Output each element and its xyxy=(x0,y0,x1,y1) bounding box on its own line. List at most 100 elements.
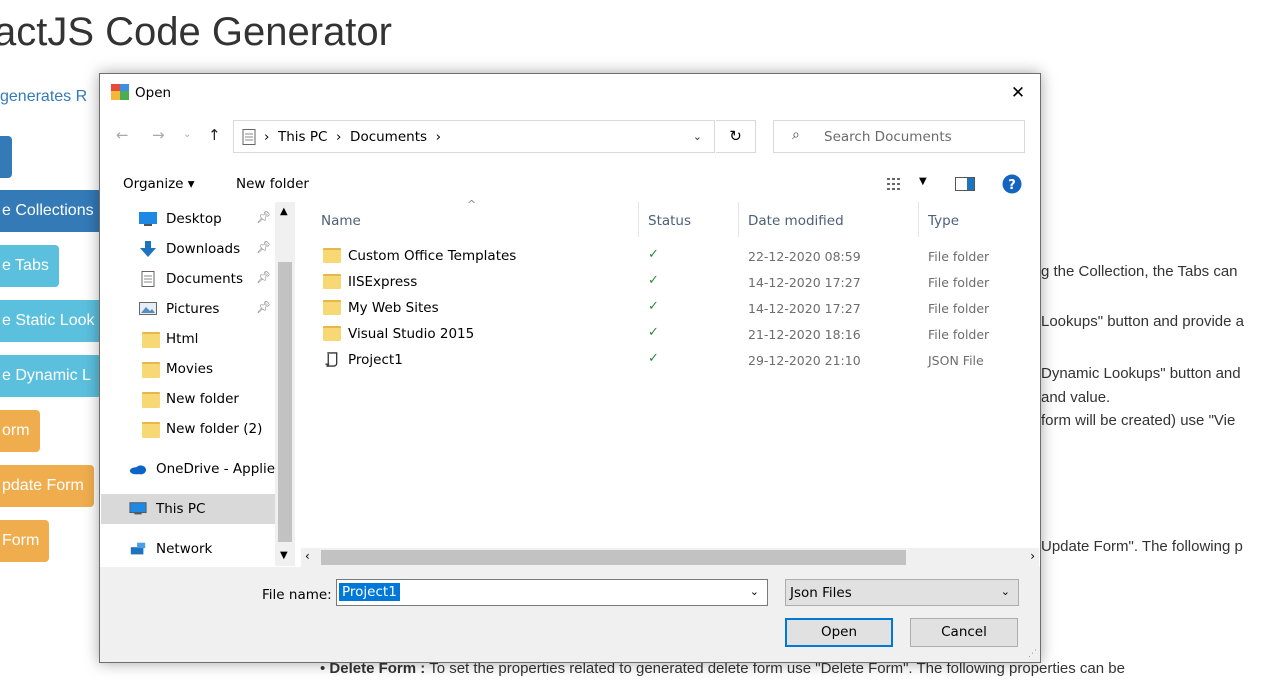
nav-item-onedrive[interactable]: OneDrive - Applie xyxy=(101,454,276,484)
collections-button[interactable]: e Collections xyxy=(0,190,104,232)
breadcrumb-documents[interactable]: Documents xyxy=(350,129,427,145)
nav-item-desktop[interactable]: Desktop 📌︎ xyxy=(101,204,276,234)
top-side-button[interactable] xyxy=(0,136,12,178)
onedrive-icon xyxy=(129,465,147,475)
update-form-button[interactable]: pdate Form xyxy=(0,465,94,507)
column-divider[interactable] xyxy=(738,202,739,237)
file-list-horizontal-scrollbar[interactable]: ‹ › xyxy=(301,548,1039,567)
close-icon[interactable]: ✕ xyxy=(996,74,1040,112)
scroll-down-icon[interactable]: ▼ xyxy=(280,550,288,561)
nav-item-label: OneDrive - Applie xyxy=(156,461,276,477)
scrollbar-thumb[interactable] xyxy=(278,262,292,542)
column-status[interactable]: Status xyxy=(648,213,691,229)
file-type: File folder xyxy=(928,301,990,316)
chevron-down-icon: ⌄ xyxy=(1000,585,1010,598)
network-icon xyxy=(130,542,146,555)
navigation-pane: Desktop 📌︎ Downloads 📌︎ Documents 📌︎ Pic… xyxy=(101,202,296,565)
pin-icon: 📌︎ xyxy=(256,300,272,314)
file-type: File folder xyxy=(928,327,990,342)
dialog-footer: File name: Project1 ⌄ Json Files ⌄ Open … xyxy=(100,567,1040,662)
nav-item-documents[interactable]: Documents 📌︎ xyxy=(101,264,276,294)
file-name: Custom Office Templates xyxy=(348,248,517,264)
resize-grip-icon[interactable]: ⋰ xyxy=(1028,649,1037,659)
view-options-chevron-icon[interactable]: ▼ xyxy=(919,176,927,187)
tabs-button[interactable]: e Tabs xyxy=(0,245,59,287)
documents-icon xyxy=(141,271,155,287)
folder-icon xyxy=(142,422,160,438)
page-text-line: Dynamic Lookups" button and xyxy=(1041,365,1241,382)
recent-locations-chevron-icon[interactable]: ⌄ xyxy=(183,129,191,140)
nav-item-label: Desktop xyxy=(166,211,222,227)
file-row[interactable]: Custom Office Templates ✓ 22-12-2020 08:… xyxy=(305,243,1040,269)
file-row[interactable]: Project1 ✓ 29-12-2020 21:10 JSON File xyxy=(305,347,1040,373)
new-folder-button[interactable]: New folder xyxy=(236,176,309,192)
view-options-icon[interactable] xyxy=(887,177,903,191)
scroll-up-icon[interactable]: ▲ xyxy=(280,206,288,217)
help-icon[interactable]: ? xyxy=(1002,174,1022,194)
dynamic-lookups-button[interactable]: e Dynamic L xyxy=(0,355,101,397)
breadcrumb-this-pc[interactable]: This PC xyxy=(278,129,327,145)
file-name-input[interactable]: Project1 ⌄ xyxy=(336,579,768,606)
file-name: Project1 xyxy=(348,352,403,368)
address-dropdown-chevron-icon[interactable]: ⌄ xyxy=(693,130,702,143)
desktop-icon xyxy=(139,212,157,226)
file-row[interactable]: My Web Sites ✓ 14-12-2020 17:27 File fol… xyxy=(305,295,1040,321)
organize-menu[interactable]: Organize ▾ xyxy=(123,176,195,192)
nav-item-label: Movies xyxy=(166,361,213,377)
chevron-down-icon[interactable]: ⌄ xyxy=(750,585,759,598)
column-headers: ^ Name Status Date modified Type xyxy=(305,198,1040,237)
nav-item-label: Downloads xyxy=(166,241,241,257)
page-title: actJS Code Generator xyxy=(0,10,392,54)
file-type: JSON File xyxy=(928,353,984,368)
scroll-right-icon[interactable]: › xyxy=(1030,549,1035,563)
form-button[interactable]: orm xyxy=(0,410,40,452)
nav-item-new-folder[interactable]: New folder xyxy=(101,384,276,414)
dialog-titlebar[interactable]: Open ✕ xyxy=(100,74,1040,112)
delete-form-button[interactable]: Form xyxy=(0,520,50,562)
page-text-line: and value. xyxy=(1041,389,1111,406)
folder-icon xyxy=(323,248,341,263)
cancel-button[interactable]: Cancel xyxy=(910,618,1018,647)
this-pc-icon xyxy=(129,502,147,515)
column-divider[interactable] xyxy=(918,202,919,237)
refresh-icon[interactable]: ↻ xyxy=(716,120,756,153)
breadcrumb-separator: › xyxy=(435,129,442,145)
column-type[interactable]: Type xyxy=(928,213,959,229)
nav-item-network[interactable]: Network xyxy=(101,534,276,564)
column-date-modified[interactable]: Date modified xyxy=(748,213,844,229)
page-text-line: form will be created) use "Vie xyxy=(1041,412,1236,429)
scroll-left-icon[interactable]: ‹ xyxy=(305,549,310,563)
file-name: My Web Sites xyxy=(348,300,439,316)
page-intro-link[interactable]: generates R xyxy=(0,88,87,106)
file-date: 22-12-2020 08:59 xyxy=(748,249,861,264)
open-button[interactable]: Open xyxy=(785,618,893,647)
nav-item-downloads[interactable]: Downloads 📌︎ xyxy=(101,234,276,264)
nav-item-pictures[interactable]: Pictures 📌︎ xyxy=(101,294,276,324)
forward-arrow-icon[interactable]: → xyxy=(152,126,165,144)
up-arrow-icon[interactable]: ↑ xyxy=(208,126,221,144)
file-row[interactable]: Visual Studio 2015 ✓ 21-12-2020 18:16 Fi… xyxy=(305,321,1040,347)
folder-icon xyxy=(142,392,160,408)
download-icon xyxy=(140,241,156,257)
nav-item-new-folder-2[interactable]: New folder (2) xyxy=(101,414,276,444)
navigation-pane-scrollbar[interactable]: ▲ ▼ xyxy=(275,202,295,566)
preview-pane-icon[interactable] xyxy=(955,177,975,191)
address-bar[interactable]: › This PC › Documents › ⌄ xyxy=(233,120,715,153)
sync-status-icon: ✓ xyxy=(648,351,659,366)
column-divider[interactable] xyxy=(638,202,639,237)
page-text-line: Lookups" button and provide a xyxy=(1041,313,1244,330)
nav-item-this-pc[interactable]: This PC xyxy=(101,494,276,524)
file-row[interactable]: IISExpress ✓ 14-12-2020 17:27 File folde… xyxy=(305,269,1040,295)
nav-item-movies[interactable]: Movies xyxy=(101,354,276,384)
scrollbar-thumb[interactable] xyxy=(321,550,906,565)
column-name[interactable]: Name xyxy=(321,213,361,229)
back-arrow-icon[interactable]: ← xyxy=(116,126,129,144)
nav-item-html[interactable]: Html xyxy=(101,324,276,354)
file-name: IISExpress xyxy=(348,274,418,290)
file-type: File folder xyxy=(928,249,990,264)
folder-icon xyxy=(142,332,160,348)
static-lookups-button[interactable]: e Static Look xyxy=(0,300,105,342)
search-box[interactable]: ⌕ Search Documents xyxy=(773,120,1025,153)
file-type-select[interactable]: Json Files ⌄ xyxy=(785,579,1019,606)
sync-status-icon: ✓ xyxy=(648,325,659,340)
